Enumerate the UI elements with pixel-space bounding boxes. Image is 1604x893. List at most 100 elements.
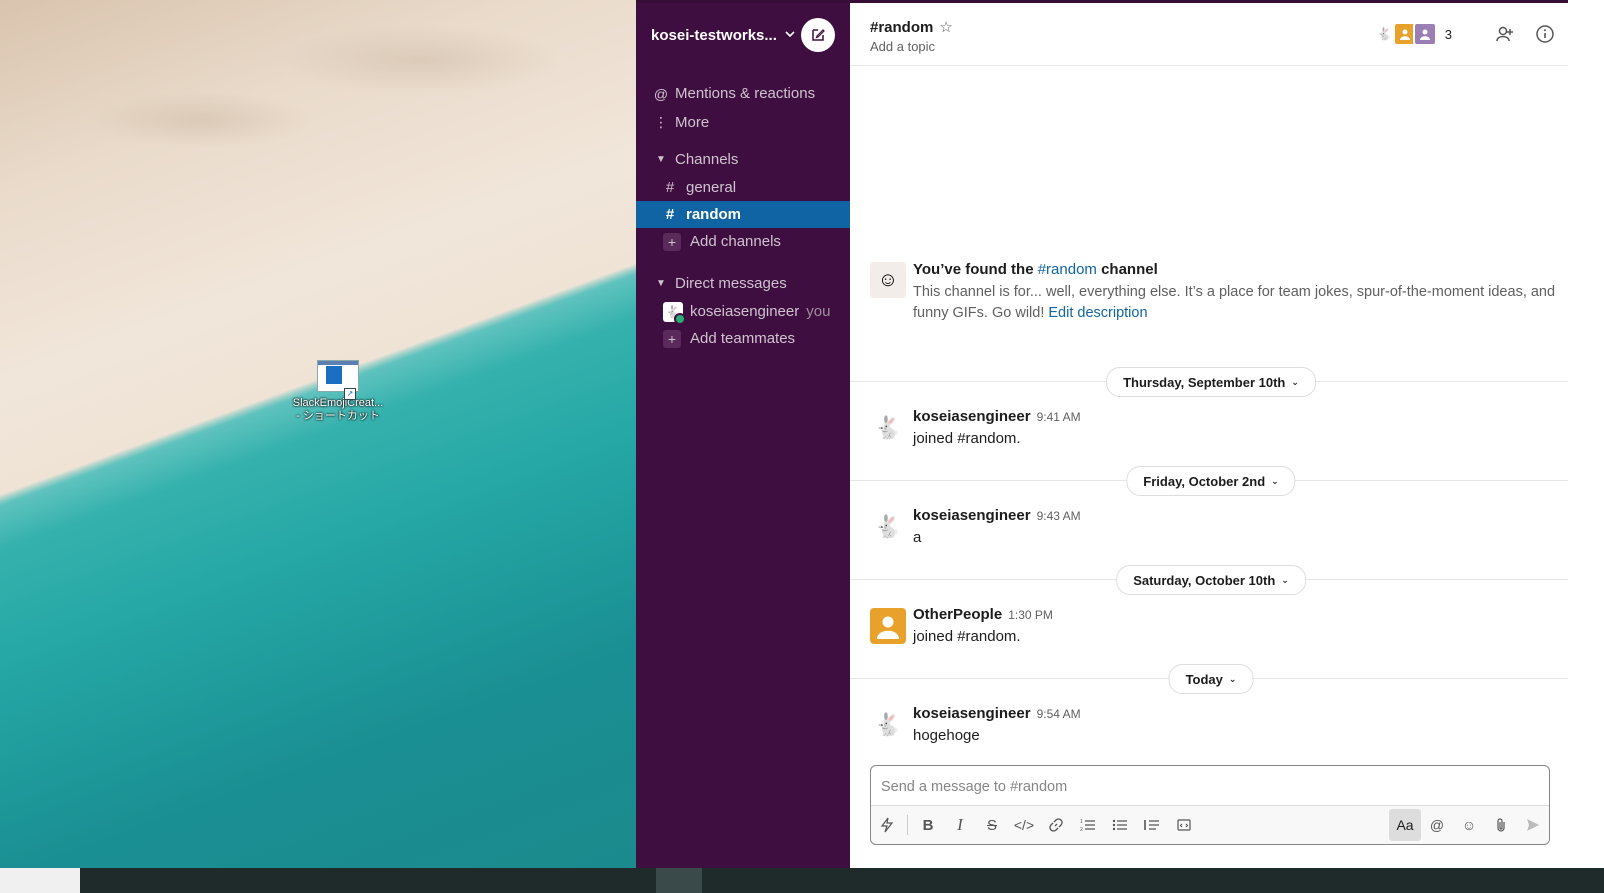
author-name[interactable]: koseiasengineer	[913, 507, 1031, 524]
hash-icon: #	[665, 179, 675, 196]
taskbar-active-app[interactable]	[656, 868, 702, 893]
composer-right-actions: Aa @ ☺	[1389, 809, 1549, 841]
shortcuts-lightning-icon[interactable]	[871, 809, 903, 841]
sidebar-item-more[interactable]: ⋮ More	[636, 108, 850, 137]
channel-topic[interactable]: Add a topic	[870, 39, 935, 54]
code-icon[interactable]: </>	[1008, 809, 1040, 841]
message-header: koseiasengineer 9:41 AM	[913, 408, 1081, 425]
format-toggle-button[interactable]: Aa	[1389, 809, 1421, 841]
avatar[interactable]: 🐇	[870, 707, 906, 743]
author-name[interactable]: OtherPeople	[913, 606, 1002, 623]
channel-name[interactable]: #random	[870, 19, 933, 36]
compose-icon	[812, 29, 825, 41]
timestamp[interactable]: 9:43 AM	[1037, 509, 1081, 523]
shortcut-arrow-icon: ↗	[344, 388, 356, 400]
member-count[interactable]: 3	[1445, 27, 1452, 42]
message-text: hogehoge	[913, 727, 980, 744]
info-icon[interactable]	[1534, 23, 1556, 45]
add-teammates-button[interactable]: + Add teammates	[636, 325, 850, 352]
sidebar-item-label: Mentions & reactions	[675, 85, 816, 102]
message-header: OtherPeople 1:30 PM	[913, 606, 1053, 623]
workspace-header[interactable]: kosei-testworks...	[636, 3, 850, 67]
chevron-down-icon: ⌄	[1291, 376, 1299, 387]
you-label: you	[806, 303, 831, 320]
message-text: joined #random.	[913, 430, 1021, 447]
add-person-icon[interactable]	[1494, 23, 1516, 45]
compose-button[interactable]	[801, 18, 835, 52]
author-name[interactable]: koseiasengineer	[913, 705, 1031, 722]
channel-link[interactable]: #random	[1038, 261, 1097, 278]
sidebar-item-random[interactable]: # random	[636, 201, 850, 228]
star-icon[interactable]: ☆	[939, 19, 952, 36]
link-icon[interactable]	[1040, 809, 1072, 841]
ordered-list-icon[interactable]: 12	[1072, 809, 1104, 841]
member-avatar-person-2[interactable]	[1412, 22, 1437, 46]
channel-title[interactable]: #random ☆	[870, 18, 953, 36]
send-icon[interactable]	[1517, 809, 1549, 841]
attachment-icon[interactable]	[1485, 809, 1517, 841]
svg-text:2: 2	[1080, 827, 1083, 832]
bold-icon[interactable]: B	[912, 809, 944, 841]
caret-down-icon: ▼	[656, 154, 666, 165]
toolbar-separator	[907, 815, 908, 835]
date-pill[interactable]: Saturday, October 10th ⌄	[1116, 565, 1306, 595]
avatar[interactable]: 🐇	[870, 509, 906, 545]
avatar[interactable]	[870, 608, 906, 644]
taskbar	[0, 868, 1604, 893]
italic-icon[interactable]: I	[944, 809, 976, 841]
avatar: 🐇	[663, 301, 686, 325]
header-actions: 🐇 3	[1372, 22, 1556, 46]
direct-messages-section-header[interactable]: ▼ Direct messages	[636, 269, 850, 298]
chevron-down-icon[interactable]	[785, 29, 795, 41]
chevron-down-icon: ⌄	[1228, 673, 1237, 684]
strikethrough-icon[interactable]: S	[976, 809, 1008, 841]
timestamp[interactable]: 9:54 AM	[1037, 707, 1081, 721]
channel-intro: ☺ You’ve found the #random channel This …	[870, 260, 1560, 324]
intro-description: This channel is for... well, everything …	[913, 284, 1556, 321]
quote-icon[interactable]	[1136, 809, 1168, 841]
plus-icon: +	[663, 232, 681, 251]
add-channels-button[interactable]: + Add channels	[636, 228, 850, 255]
desktop-shortcut-slack-emoji-creator[interactable]: ↗ SlackEmojiCreat... - ショートカット	[288, 360, 388, 423]
plus-icon: +	[663, 329, 681, 348]
bulleted-list-icon[interactable]	[1104, 809, 1136, 841]
shortcut-label: SlackEmojiCreat... - ショートカット	[292, 397, 384, 422]
presence-dot	[674, 312, 686, 325]
channels-section-header[interactable]: ▼ Channels	[636, 145, 850, 174]
message: 🐇 koseiasengineer 9:54 AM hogehoge	[870, 705, 1560, 749]
sidebar-item-label: More	[675, 114, 710, 131]
date-pill[interactable]: Thursday, September 10th ⌄	[1106, 367, 1316, 397]
message-input[interactable]	[871, 766, 1549, 807]
formatting-toolbar: B I S </> 12 Aa @ ☺	[871, 805, 1549, 844]
author-name[interactable]: koseiasengineer	[913, 408, 1031, 425]
sidebar-item-dm-self[interactable]: 🐇 koseiasengineer you	[636, 298, 850, 325]
wallpaper-overlay	[0, 0, 636, 868]
message-header: koseiasengineer 9:54 AM	[913, 705, 1081, 722]
desktop-wallpaper: ↗ SlackEmojiCreat... - ショートカット	[0, 0, 636, 868]
timestamp[interactable]: 9:41 AM	[1037, 410, 1081, 424]
emoji-icon[interactable]: ☺	[1453, 809, 1485, 841]
channel-label: general	[686, 179, 737, 196]
edit-description-link[interactable]: Edit description	[1048, 305, 1147, 321]
date-pill[interactable]: Friday, October 2nd ⌄	[1126, 466, 1296, 496]
vertical-ellipsis-icon: ⋮	[654, 114, 668, 130]
add-channels-label: Add channels	[690, 233, 781, 250]
taskbar-search-area[interactable]	[0, 868, 80, 893]
message: 🐇 koseiasengineer 9:41 AM joined #random.	[870, 408, 1560, 452]
shortcut-app-icon: ↗	[317, 360, 359, 400]
sidebar-item-mentions[interactable]: @ Mentions & reactions	[636, 79, 850, 108]
timestamp[interactable]: 1:30 PM	[1008, 608, 1053, 622]
workspace-name[interactable]: kosei-testworks...	[651, 27, 777, 44]
caret-down-icon: ▼	[656, 278, 666, 289]
date-pill[interactable]: Today ⌄	[1168, 664, 1254, 694]
mention-icon[interactable]: @	[1421, 809, 1453, 841]
code-block-icon[interactable]	[1168, 809, 1200, 841]
svg-text:1: 1	[1080, 819, 1083, 825]
channel-view: #random ☆ Add a topic 🐇 3 ☺ You’ve found …	[850, 0, 1568, 868]
right-edge-blank	[1568, 0, 1604, 868]
hash-icon: #	[665, 206, 675, 223]
message-text: a	[913, 529, 922, 546]
message: OtherPeople 1:30 PM joined #random.	[870, 606, 1560, 650]
avatar[interactable]: 🐇	[870, 410, 906, 446]
sidebar-item-general[interactable]: # general	[636, 174, 850, 201]
